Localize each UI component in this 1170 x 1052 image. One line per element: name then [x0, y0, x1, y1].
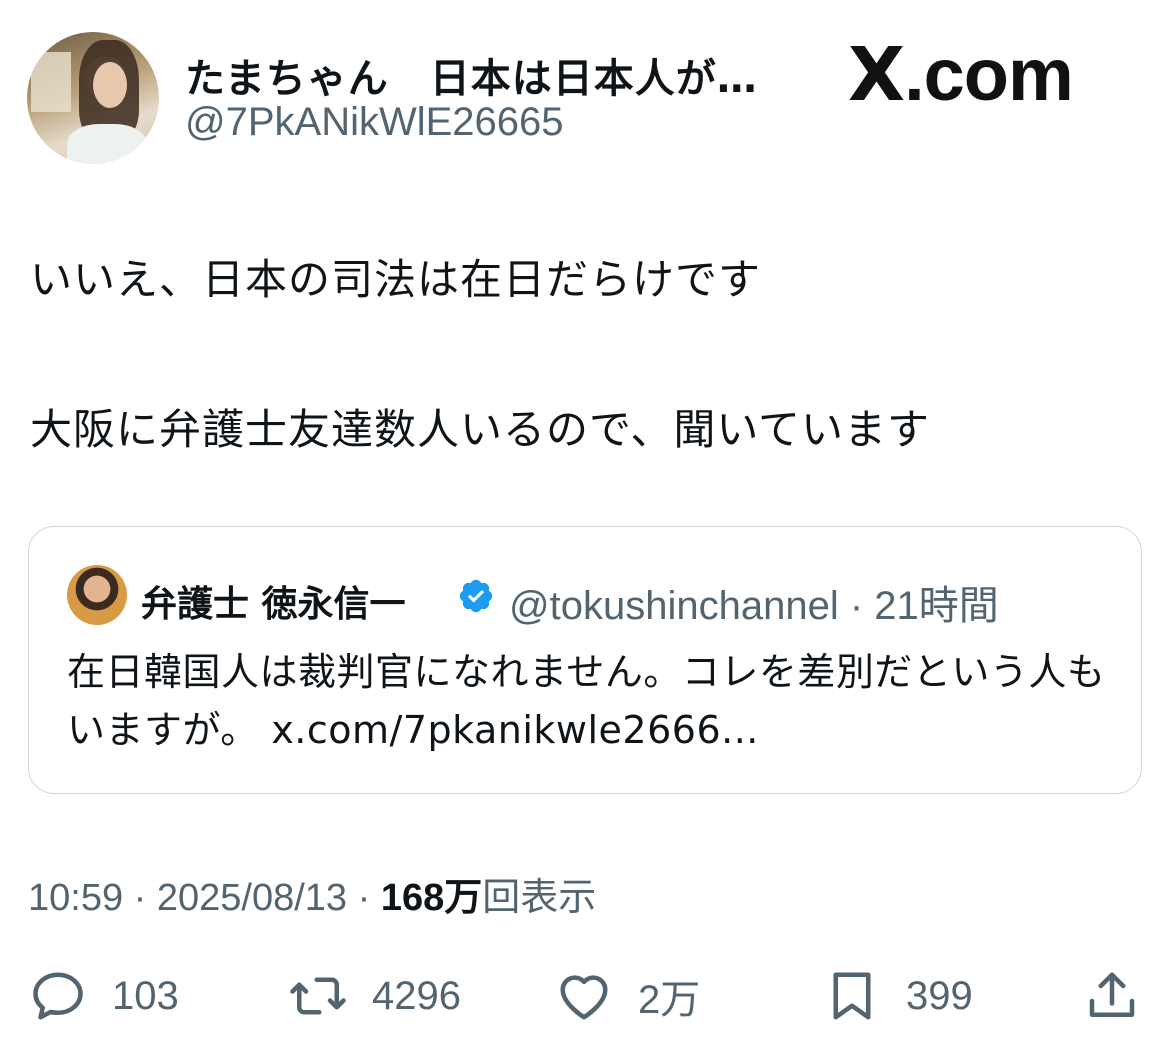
- verified-badge-icon: [459, 579, 493, 613]
- quoted-author-avatar[interactable]: [67, 565, 127, 625]
- retweet-icon: [290, 977, 346, 1015]
- bookmark-button[interactable]: 399: [822, 956, 973, 1036]
- tweet-action-bar: 103 4296 2万 399: [0, 956, 1170, 1036]
- avatar-background: [31, 52, 71, 112]
- quoted-tweet-card[interactable]: 弁護士 徳永信一 @tokushinchannel · 21時間 在日韓国人は裁…: [28, 526, 1142, 794]
- meta-separator: ·: [357, 877, 381, 919]
- bookmark-count: 399: [906, 973, 973, 1018]
- author-avatar[interactable]: [27, 32, 159, 164]
- heart-icon: [560, 975, 608, 1020]
- tweet-metadata: 10:59 · 2025/08/13 · 168万回表示: [28, 866, 596, 921]
- avatar-shirt: [67, 124, 147, 164]
- views-count: 168万: [380, 877, 483, 919]
- reply-button[interactable]: 103: [28, 956, 179, 1036]
- x-com-logo: X.com: [848, 32, 1074, 118]
- retweet-count: 4296: [372, 973, 461, 1018]
- tweet-text-line-1: いいえ、日本の司法は在日だらけです: [30, 255, 762, 304]
- bookmark-icon: [833, 972, 871, 1020]
- meta-separator: ·: [133, 877, 157, 919]
- share-icon: [1089, 972, 1135, 1017]
- reply-icon: [33, 972, 83, 1020]
- share-button[interactable]: [1082, 956, 1142, 1036]
- quoted-handle-and-time: @tokushinchannel · 21時間: [509, 584, 999, 628]
- x-logo-letter: X: [848, 32, 905, 118]
- reply-count: 103: [112, 973, 179, 1018]
- avatar-face: [93, 62, 127, 108]
- tweet-time[interactable]: 10:59: [28, 877, 123, 919]
- author-display-name[interactable]: たまちゃん 日本は日本人が…: [185, 46, 758, 104]
- quoted-author-name: 弁護士 徳永信一: [141, 584, 406, 625]
- tweet-date[interactable]: 2025/08/13: [157, 877, 347, 919]
- tweet-text-line-2: 大阪に弁護士友達数人いるので、聞いています: [30, 405, 931, 454]
- like-count: 2万: [638, 978, 701, 1022]
- quoted-tweet-text: 在日韓国人は裁判官になれません。コレを差別だという人もいますが。 x.com/7…: [67, 650, 1106, 752]
- like-button[interactable]: 2万: [554, 956, 700, 1036]
- retweet-button[interactable]: 4296: [288, 956, 461, 1036]
- x-logo-domain: .com: [904, 33, 1074, 116]
- views-label: 回表示: [482, 877, 597, 919]
- author-handle[interactable]: @7PkANikWlE26665: [185, 100, 564, 145]
